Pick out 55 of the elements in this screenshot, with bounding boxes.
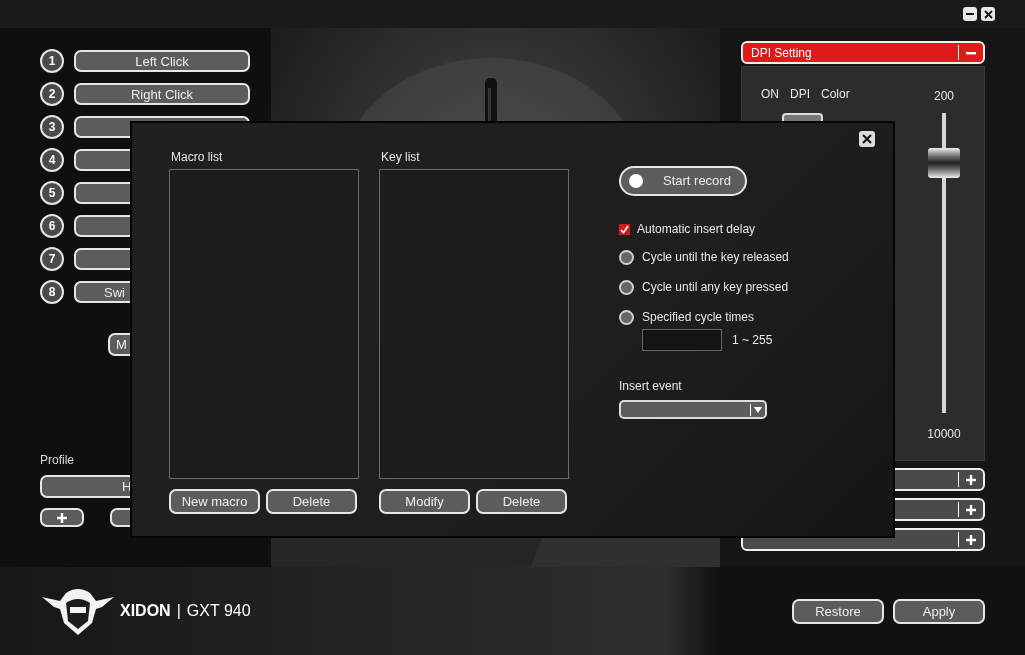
- option-label: Cycle until the key released: [642, 249, 789, 266]
- minimize-button[interactable]: [963, 7, 977, 21]
- list-label: Macro list: [170, 149, 224, 166]
- slider-thumb[interactable]: [928, 148, 960, 179]
- radio-button[interactable]: [619, 249, 634, 265]
- number-badge: 7: [40, 247, 64, 271]
- profile-label: Profile: [40, 452, 75, 469]
- record-dot-icon: [629, 174, 643, 188]
- slider-min-label: 10000: [927, 426, 961, 443]
- minimize-icon: [966, 13, 974, 15]
- list-label: Key list: [380, 149, 421, 166]
- option-label: Cycle until any key pressed: [642, 279, 789, 296]
- start-record-button[interactable]: Start record: [619, 166, 747, 196]
- insert-event-label: Insert event: [619, 378, 683, 395]
- footer-button[interactable]: Restore: [792, 598, 884, 624]
- radio-button[interactable]: [619, 309, 634, 325]
- checkbox[interactable]: [619, 223, 630, 235]
- caret-icon: [754, 406, 762, 413]
- mouse-button-assignment[interactable]: Left Click: [74, 50, 250, 72]
- plus-icon: [56, 511, 68, 524]
- close-icon: [983, 9, 993, 19]
- slider-max-label: 200: [934, 88, 954, 105]
- list-action-button[interactable]: Modify: [379, 489, 470, 514]
- number-badge: 1: [40, 49, 64, 73]
- check-icon: [620, 224, 629, 234]
- section-title: DPI Setting: [751, 44, 813, 62]
- range-hint: 1 ~ 255: [732, 332, 773, 349]
- model-name: GXT 940: [186, 601, 251, 621]
- footer-button[interactable]: Apply: [893, 598, 985, 624]
- number-badge: 4: [40, 148, 64, 172]
- list-action-button[interactable]: Delete: [476, 489, 567, 514]
- option-label: Automatic insert delay: [637, 221, 756, 238]
- close-button[interactable]: [859, 131, 875, 147]
- cycle-count-field[interactable]: [642, 329, 722, 351]
- insert-event-dropdown[interactable]: [619, 400, 767, 419]
- close-button[interactable]: [981, 7, 995, 21]
- number-badge: 3: [40, 115, 64, 139]
- number-badge: 8: [40, 280, 64, 304]
- list-action-button[interactable]: Delete: [266, 489, 357, 514]
- number-badge: 2: [40, 82, 64, 106]
- brand-separator: |: [176, 601, 181, 621]
- number-badge: 6: [40, 214, 64, 238]
- column-header: ON: [761, 86, 779, 103]
- dpi-slider[interactable]: [928, 113, 960, 413]
- option-label: Specified cycle times: [642, 309, 755, 326]
- number-badge: 5: [40, 181, 64, 205]
- close-icon: [862, 134, 872, 144]
- column-header: Color: [821, 86, 850, 103]
- dpi-setting-header[interactable]: DPI Setting: [741, 41, 985, 64]
- column-header: DPI: [790, 86, 810, 103]
- brand-name: XIDON: [120, 601, 171, 621]
- mouse-button-assignment[interactable]: Right Click: [74, 83, 250, 105]
- add-profile-button[interactable]: [40, 508, 84, 527]
- radio-button[interactable]: [619, 279, 634, 295]
- list-action-button[interactable]: New macro: [169, 489, 260, 514]
